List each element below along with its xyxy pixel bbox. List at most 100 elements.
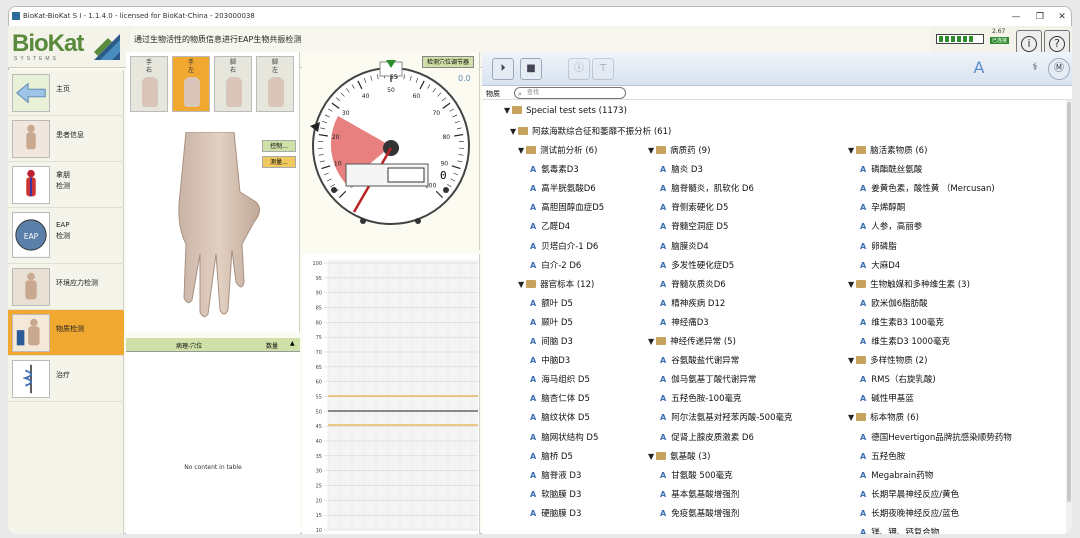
tree-item[interactable]: A 多发性硬化症D5 [660,259,734,271]
tree-item[interactable]: A 促肾上腺皮质激素 D6 [660,431,754,443]
tree-item[interactable]: A 高胆固醇血症D5 [530,201,604,213]
tree-item[interactable]: A 颞叶 D5 [530,316,573,328]
tab-left-foot[interactable]: 脚 左 [256,56,294,112]
tree-folder[interactable]: ▼ 标本物质 (6) [848,411,919,423]
tree-item[interactable]: A 五羟色胺-100毫克 [660,392,742,404]
tree-item[interactable]: A 脑炎 D3 [660,163,703,175]
tree-item[interactable]: A 脑网状结构 D5 [530,431,598,443]
expand-arrow-icon[interactable]: ▼ [848,280,854,289]
calibrate-button[interactable]: 检测穴位调节器 [422,56,474,68]
expand-arrow-icon[interactable]: ▼ [648,452,654,461]
tree-folder[interactable]: ▼ 脑活素物质 (6) [848,144,927,156]
info-tool-button[interactable]: ⓘ [568,58,590,80]
tree-item[interactable]: A RMS（右旋乳酸) [860,373,936,385]
control-button[interactable]: 控制... [262,140,296,152]
sidebar-item-home[interactable]: 主页 [8,70,124,116]
tree-item[interactable]: A 海马组织 D5 [530,373,590,385]
syringe-button[interactable]: ⚕ [1024,58,1046,80]
expand-arrow-icon[interactable]: ▼ [510,127,516,136]
tree-group[interactable]: ▼ 阿兹海默综合征和萎靡不振分析 (61) [510,125,671,137]
tree-item[interactable]: A 维生素B3 100毫克 [860,316,944,328]
tree-item[interactable]: A 大麻D4 [860,259,900,271]
sort-arrow-icon[interactable]: ▲ [290,340,295,347]
stop-button[interactable]: ■ [520,58,542,80]
expand-arrow-icon[interactable]: ▼ [848,146,854,155]
tree-item[interactable]: A 基本氨基酸增强剂 [660,488,739,500]
tree-item[interactable]: A 脊髓灰质炎D6 [660,278,726,290]
tree-item[interactable]: A 镁、钾、钙复合物 [860,526,939,534]
play-button[interactable]: ⏵ [492,58,514,80]
tree-item[interactable]: A 长期早晨神经反应/黄色 [860,488,959,500]
tree-item[interactable]: A 孕烯醇酮 [860,201,905,213]
tree-item[interactable]: A Megabrain药物 [860,469,933,481]
tree-folder[interactable]: ▼ 测试前分析 (6) [518,144,597,156]
tree-item[interactable]: A 维生素D3 1000毫克 [860,335,950,347]
tree-item[interactable]: A 卵磷脂 [860,240,897,252]
filter-tool-button[interactable]: ⊤ [592,58,614,80]
expand-arrow-icon[interactable]: ▼ [518,146,524,155]
tree-item[interactable]: A 脊侧索硬化 D5 [660,201,728,213]
tree-item[interactable]: A 精神疾病 D12 [660,297,725,309]
tree-item[interactable]: A 脑膜炎D4 [660,240,709,252]
tab-right-hand[interactable]: 手 右 [130,56,168,112]
tree-item[interactable]: A 德国Hevertigon品牌抗感染顺势药物 [860,431,1012,443]
tree-item[interactable]: A 脑纹状体 D5 [530,411,590,423]
expand-arrow-icon[interactable]: ▼ [648,146,654,155]
tree-item[interactable]: A 谷氨酸盐代谢异常 [660,354,739,366]
tree-item[interactable]: A 甘氨酸 500毫克 [660,469,733,481]
tree-item[interactable]: A 硬脑膜 D3 [530,507,581,519]
tree-item[interactable]: A 氨毒素D3 [530,163,579,175]
tree-item[interactable]: A 伽马氨基丁酸代谢异常 [660,373,756,385]
tree-folder[interactable]: ▼ 氨基酸 (3) [648,450,710,462]
tree-folder[interactable]: ▼ 病质药 (9) [648,144,710,156]
tree-folder[interactable]: ▼ 多样性物质 (2) [848,354,927,366]
tree-item[interactable]: A 阿尔法氨基对羟苯丙酸-500毫克 [660,411,793,423]
tree-item[interactable]: A 乙醛D4 [530,220,570,232]
tree-folder[interactable]: ▼ 生物触媒和多种维生素 (3) [848,278,970,290]
sidebar-item-substance-test[interactable]: 物质检测 [8,310,124,356]
tree-root[interactable]: ▼ Special test sets (1173) [504,106,627,116]
tree-item[interactable]: A 软脑膜 D3 [530,488,581,500]
sidebar-item-eap-test[interactable]: EAP EAP 检测 [8,208,124,264]
sidebar-item-meridian-test[interactable]: 拿朋 检测 [8,162,124,208]
measure-button[interactable]: 测量... [262,156,296,168]
tree-item[interactable]: A 欧米伽6脂肪酸 [860,297,928,309]
tree-scrollbar-thumb[interactable] [1067,102,1071,502]
tree-item[interactable]: A 高半胱氨酸D6 [530,182,596,194]
sidebar-item-patient-info[interactable]: 患者信息 [8,116,124,162]
tree-item[interactable]: A 姜黄色素，酸性黄 （Mercusan) [860,182,995,194]
menu-m-button[interactable]: Ⓜ [1048,58,1070,80]
tree-item[interactable]: A 脑脊液 D3 [530,469,581,481]
tree-item[interactable]: A 磷酯酰丝氨酸 [860,163,922,175]
sidebar-item-therapy[interactable]: 治疗 [8,356,124,402]
tree-item[interactable]: A 免疫氨基酸增强剂 [660,507,739,519]
expand-arrow-icon[interactable]: ▼ [648,337,654,346]
tree-item[interactable]: A 间脑 D3 [530,335,573,347]
sidebar-item-environment-stress[interactable]: 环境应力检测 [8,264,124,310]
expand-arrow-icon[interactable]: ▼ [848,413,854,422]
col-header-point[interactable]: 病理-穴位 [176,341,202,350]
tree-folder[interactable]: ▼ 器官标本 (12) [518,278,594,290]
expand-arrow-icon[interactable]: ▼ [504,106,510,115]
tree-item[interactable]: A 神经痛D3 [660,316,709,328]
col-header-count[interactable]: 数量 [266,341,278,350]
tree-item[interactable]: A 脑脊髓炎，肌软化 D6 [660,182,754,194]
tree-item[interactable]: A 贝塔白介-1 D6 [530,240,598,252]
tree-item[interactable]: A 人参，高丽参 [860,220,922,232]
expand-arrow-icon[interactable]: ▼ [518,280,524,289]
font-size-button[interactable]: A [968,58,990,80]
tree-item[interactable]: A 长期夜晚神经反应/蓝色 [860,507,959,519]
tree-item[interactable]: A 脑杏仁体 D5 [530,392,590,404]
tree-item[interactable]: A 脑桥 D5 [530,450,573,462]
tab-right-foot[interactable]: 脚 右 [214,56,252,112]
tree-item[interactable]: A 中脑D3 [530,354,570,366]
tab-left-hand[interactable]: 手 左 [172,56,210,112]
search-input[interactable]: ⌕ 查找 [514,87,626,99]
tree-item[interactable]: A 额叶 D5 [530,297,573,309]
tree-folder[interactable]: ▼ 神经传递异常 (5) [648,335,736,347]
tree-item[interactable]: A 脊髓空洞症 D5 [660,220,728,232]
tree-item[interactable]: A 碱性甲基蓝 [860,392,914,404]
tree-item[interactable]: A 五羟色胺 [860,450,905,462]
tree-item[interactable]: A 白介-2 D6 [530,259,581,271]
expand-arrow-icon[interactable]: ▼ [848,356,854,365]
